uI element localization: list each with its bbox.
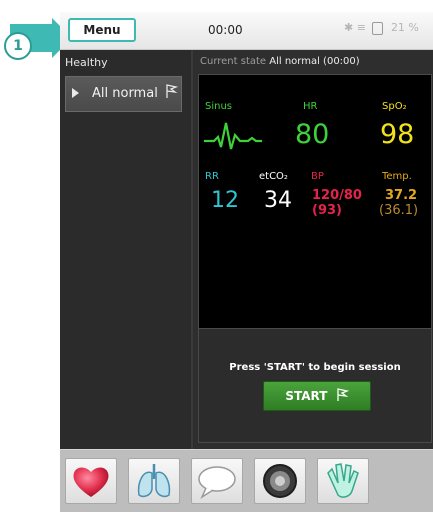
status-icons: ✱ ≡ 21 % [344, 21, 419, 35]
temp-value: 37.2 [385, 188, 418, 203]
scenario-label: All normal [92, 86, 158, 101]
etco2-label: etCO₂ [259, 171, 288, 182]
hr-label: HR [303, 101, 318, 112]
lungs-button[interactable] [128, 458, 180, 504]
start-button[interactable]: START [263, 381, 371, 411]
current-state-label: Current state [200, 56, 267, 67]
patient-monitor: Sinus HR 80 SpO₂ 98 RR 12 etCO₂ 34 BP 12… [198, 74, 432, 340]
tool-bar [60, 449, 433, 512]
scenario-item-all-normal[interactable]: All normal [65, 76, 182, 112]
app-window: Menu 00:00 ✱ ≡ 21 % Healthy All normal C… [60, 12, 433, 512]
scenario-panel: Healthy All normal [60, 50, 191, 450]
spo2-label: SpO₂ [382, 101, 407, 112]
category-label: Healthy [65, 56, 108, 69]
current-state-value: All normal (00:00) [269, 56, 360, 67]
bp-mean: (93) [312, 203, 342, 218]
start-label: START [285, 389, 328, 403]
bp-value: 120/80 [312, 188, 362, 203]
rhythm-label: Sinus [205, 101, 233, 112]
heart-button[interactable] [65, 458, 117, 504]
ecg-waveform [204, 122, 262, 150]
flag-icon [336, 388, 349, 401]
temp-label: Temp. [382, 171, 412, 182]
speaker-icon [263, 464, 297, 498]
bluetooth-icon: ✱ [344, 21, 354, 34]
current-state: Current state All normal (00:00) [200, 56, 360, 67]
glove-icon [327, 463, 359, 498]
panel-divider [191, 50, 193, 450]
session-message: Press 'START' to begin session [229, 362, 401, 373]
session-panel: Press 'START' to begin session START [198, 328, 432, 443]
battery-icon [372, 21, 384, 35]
rr-value: 12 [211, 188, 239, 213]
sound-button[interactable] [254, 458, 306, 504]
speech-button[interactable] [191, 458, 243, 504]
callout-arrow: 1 [0, 14, 72, 60]
speech-bubble-icon [198, 466, 236, 499]
flag-icon [164, 83, 179, 103]
battery-percent: 21 % [390, 21, 419, 34]
top-bar: Menu 00:00 ✱ ≡ 21 % [60, 12, 433, 50]
expand-triangle-icon [72, 88, 79, 98]
menu-button[interactable]: Menu [68, 18, 136, 42]
spo2-value: 98 [380, 119, 415, 150]
lungs-icon [137, 464, 171, 498]
rr-label: RR [205, 171, 219, 182]
callout-number: 1 [4, 32, 32, 60]
temp-secondary: (36.1) [379, 203, 419, 218]
session-clock: 00:00 [208, 23, 243, 37]
glove-button[interactable] [317, 458, 369, 504]
etco2-value: 34 [264, 188, 292, 213]
wifi-icon: ≡ [356, 21, 366, 34]
hr-value: 80 [295, 119, 330, 150]
bp-label: BP [311, 171, 324, 182]
heart-icon [73, 467, 109, 497]
